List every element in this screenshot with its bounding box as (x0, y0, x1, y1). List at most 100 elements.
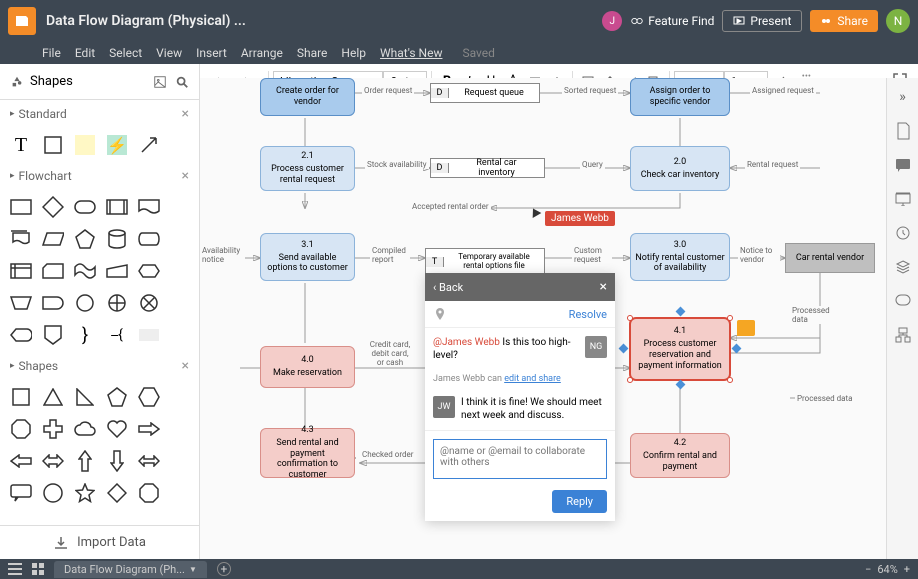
app-icon[interactable] (8, 7, 36, 35)
sh-arrow-double[interactable] (42, 450, 64, 472)
comment-input[interactable] (433, 439, 607, 479)
fc-blank[interactable] (138, 324, 160, 346)
sh-octagon[interactable] (10, 418, 32, 440)
presentation-icon[interactable] (894, 190, 912, 208)
sh-callout[interactable] (10, 482, 32, 504)
fc-predefined[interactable] (106, 196, 128, 218)
page-icon[interactable] (894, 122, 912, 140)
sh-arrow-lr[interactable] (138, 450, 160, 472)
comments-icon[interactable] (894, 156, 912, 174)
sh-arrow-right[interactable] (138, 418, 160, 440)
node-40[interactable]: 4.0Make reservation (260, 346, 355, 388)
import-data-button[interactable]: Import Data (0, 525, 199, 559)
sh-poly8[interactable] (138, 482, 160, 504)
menu-insert[interactable]: Insert (196, 46, 227, 60)
fc-display[interactable] (10, 324, 32, 346)
section-flowchart[interactable]: ▸Flowchart× (0, 162, 199, 190)
sh-cloud[interactable] (74, 418, 96, 440)
collapse-rail-button[interactable]: » (894, 88, 912, 106)
menu-view[interactable]: View (156, 46, 182, 60)
menu-help[interactable]: Help (341, 46, 366, 60)
zoom-value[interactable]: 64% (877, 563, 897, 576)
fc-preparation[interactable] (138, 260, 160, 282)
shape-note[interactable] (74, 134, 96, 156)
sh-triangle[interactable] (42, 386, 64, 408)
feature-find-button[interactable]: Feature Find (630, 14, 714, 28)
fc-manual-op[interactable] (10, 292, 32, 314)
sh-circle[interactable] (42, 482, 64, 504)
fc-manual-input[interactable] (106, 260, 128, 282)
sh-diamond2[interactable] (106, 482, 128, 504)
fc-pentagon[interactable] (74, 228, 96, 250)
document-title[interactable]: Data Flow Diagram (Physical) ... (46, 13, 246, 29)
canvas[interactable]: Create order for vendor Assign order to … (200, 78, 886, 559)
node-20[interactable]: 2.0Check car inventory (630, 146, 730, 191)
close-icon[interactable]: × (182, 106, 189, 122)
history-icon[interactable] (894, 224, 912, 242)
node-vendor[interactable]: Car rental vendor (785, 243, 875, 273)
fc-database[interactable] (106, 228, 128, 250)
fc-diamond[interactable] (42, 196, 64, 218)
fc-directdata[interactable] (138, 228, 160, 250)
shapes-panel-toggle[interactable]: Shapes (0, 64, 200, 99)
chat-icon[interactable] (894, 292, 912, 310)
layers-icon[interactable] (894, 258, 912, 276)
page-tab[interactable]: Data Flow Diagram (Ph... ▼ (54, 561, 207, 578)
sh-star[interactable] (74, 482, 96, 504)
close-icon[interactable]: × (182, 358, 189, 374)
zoom-out-button[interactable]: − (865, 563, 871, 576)
comment-marker-icon[interactable] (737, 320, 755, 336)
fc-multidoc[interactable] (10, 228, 32, 250)
list-view-icon[interactable] (8, 563, 22, 575)
sh-hexagon[interactable] (138, 386, 160, 408)
sh-pentagon[interactable] (106, 386, 128, 408)
node-43[interactable]: 4.3Send rental and payment confirmation … (260, 428, 355, 478)
shape-block[interactable] (42, 134, 64, 156)
menu-whats-new[interactable]: What's New (380, 46, 442, 60)
comment-back-button[interactable]: ‹ Back (433, 281, 463, 294)
fc-internal[interactable] (10, 260, 32, 282)
fc-document[interactable] (138, 196, 160, 218)
fc-offpage[interactable] (42, 324, 64, 346)
menu-share[interactable]: Share (297, 46, 328, 60)
fc-card[interactable] (42, 260, 64, 282)
fc-delay[interactable] (42, 292, 64, 314)
fc-terminator[interactable] (74, 196, 96, 218)
fc-tape[interactable] (74, 260, 96, 282)
reply-button[interactable]: Reply (552, 490, 607, 513)
grid-view-icon[interactable] (32, 563, 44, 575)
node-assign-order[interactable]: Assign order to specific vendor (630, 78, 730, 116)
datastore-temp[interactable]: TTemporary available rental options file (425, 248, 545, 276)
sh-arrow-left[interactable] (10, 450, 32, 472)
fc-note[interactable]: ⎯{ (106, 324, 128, 346)
fc-connector[interactable] (74, 292, 96, 314)
sh-heart[interactable] (106, 418, 128, 440)
fc-or[interactable] (138, 292, 160, 314)
node-30[interactable]: 3.0Notify rental customer of availabilit… (630, 233, 730, 281)
menu-edit[interactable]: Edit (75, 46, 95, 60)
sh-right-triangle[interactable] (74, 386, 96, 408)
menu-select[interactable]: Select (109, 46, 142, 60)
datastore-inventory[interactable]: DRental car inventory (430, 158, 545, 178)
master-icon[interactable] (894, 326, 912, 344)
node-21[interactable]: 2.1Process customer rental request (260, 146, 355, 191)
node-42[interactable]: 4.2Confirm rental and payment (630, 433, 730, 478)
sh-cross[interactable] (42, 418, 64, 440)
zoom-in-button[interactable]: + (904, 563, 910, 576)
image-icon[interactable] (153, 75, 167, 89)
datastore-request-queue[interactable]: DRequest queue (430, 83, 540, 103)
comment-close-button[interactable]: × (600, 279, 607, 295)
present-button[interactable]: Present (722, 10, 802, 32)
node-41-selected[interactable]: 4.1Process customer reservation and paym… (630, 318, 730, 380)
resolve-button[interactable]: Resolve (569, 308, 607, 321)
sh-arrow-down[interactable] (106, 450, 128, 472)
fc-brace-open[interactable]: } (74, 324, 96, 346)
shape-arrow[interactable] (138, 134, 160, 156)
search-icon[interactable] (175, 75, 189, 89)
shape-text[interactable]: T (10, 134, 32, 156)
menu-arrange[interactable]: Arrange (241, 46, 283, 60)
menu-file[interactable]: File (42, 46, 61, 60)
fc-summing[interactable] (106, 292, 128, 314)
node-create-order[interactable]: Create order for vendor (260, 78, 355, 116)
sh-square[interactable] (10, 386, 32, 408)
